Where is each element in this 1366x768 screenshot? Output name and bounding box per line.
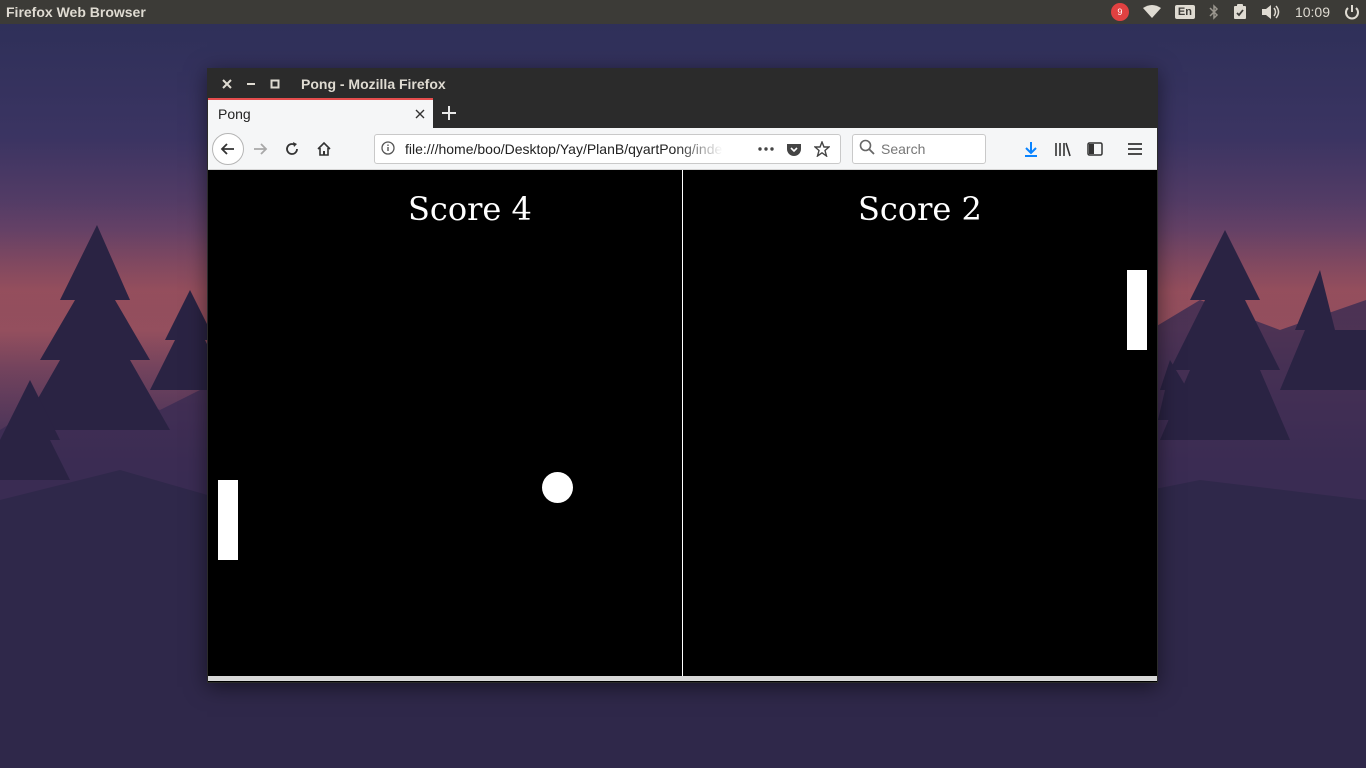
window-titlebar[interactable]: Pong - Mozilla Firefox <box>208 69 1157 98</box>
home-button[interactable] <box>308 133 340 165</box>
power-settings-icon[interactable] <box>1344 0 1360 24</box>
clock[interactable]: 10:09 <box>1295 0 1330 24</box>
sidebar-icon <box>1087 142 1103 156</box>
notification-indicator[interactable]: 9 <box>1110 0 1129 24</box>
url-text[interactable]: file:///home/boo/Desktop/Yay/PlanB/qyart… <box>405 141 723 157</box>
pong-game-canvas[interactable]: Score 4 Score 2 <box>208 170 1157 676</box>
search-icon <box>859 139 875 159</box>
arrow-right-icon <box>254 142 268 155</box>
clipboard-check-icon[interactable] <box>1233 0 1247 24</box>
download-arrow-icon <box>1025 142 1037 157</box>
tab-label: Pong <box>218 106 251 122</box>
left-paddle <box>218 480 238 560</box>
url-bar[interactable]: file:///home/boo/Desktop/Yay/PlanB/qyart… <box>374 134 841 164</box>
active-app-title[interactable]: Firefox Web Browser <box>0 4 146 20</box>
tab-close-icon[interactable] <box>415 106 425 122</box>
keyboard-layout-label: En <box>1174 5 1195 19</box>
home-icon <box>317 141 331 156</box>
tab-pong[interactable]: Pong <box>208 98 433 128</box>
arrow-left-icon <box>220 142 234 155</box>
system-tray: 9 En 10:09 <box>1097 0 1366 24</box>
close-icon[interactable] <box>215 69 239 98</box>
library-button[interactable] <box>1047 133 1079 165</box>
ball <box>542 472 573 503</box>
search-input[interactable] <box>881 141 981 157</box>
minimize-icon[interactable] <box>239 69 263 98</box>
notification-count: 9 <box>1117 7 1123 17</box>
url-actions <box>752 135 836 163</box>
keyboard-layout-icon[interactable]: En <box>1174 0 1195 24</box>
sidebar-toggle-button[interactable] <box>1079 133 1111 165</box>
new-tab-button[interactable] <box>433 98 465 128</box>
right-paddle <box>1127 270 1147 350</box>
tab-bar: Pong <box>208 98 1157 128</box>
bookmark-star-icon[interactable] <box>808 141 836 157</box>
navigation-toolbar: file:///home/boo/Desktop/Yay/PlanB/qyart… <box>208 128 1157 170</box>
reload-icon <box>286 141 298 155</box>
maximize-icon[interactable] <box>263 69 287 98</box>
forward-button[interactable] <box>244 133 276 165</box>
window-title: Pong - Mozilla Firefox <box>301 75 446 92</box>
toolbar-right <box>1015 133 1151 165</box>
center-net-line <box>682 170 683 676</box>
library-icon <box>1055 142 1071 157</box>
pocket-icon[interactable] <box>780 141 808 157</box>
bluetooth-icon[interactable] <box>1209 0 1219 24</box>
player-left-score: Score 4 <box>408 190 532 228</box>
player-right-score: Score 2 <box>858 190 982 228</box>
downloads-button[interactable] <box>1015 133 1047 165</box>
menu-button[interactable] <box>1119 133 1151 165</box>
clock-text: 10:09 <box>1294 4 1330 20</box>
page-actions-icon[interactable] <box>752 147 780 151</box>
notification-badge-icon: 9 <box>1110 3 1129 21</box>
volume-icon[interactable] <box>1261 0 1281 24</box>
info-icon[interactable] <box>381 140 395 159</box>
hamburger-menu-icon <box>1128 143 1142 155</box>
reload-button[interactable] <box>276 133 308 165</box>
browser-window: Pong - Mozilla Firefox Pong file:///home… <box>207 68 1158 683</box>
back-button[interactable] <box>212 132 244 165</box>
top-panel: Firefox Web Browser 9 En 10:09 <box>0 0 1366 24</box>
wifi-icon[interactable] <box>1142 0 1161 24</box>
window-bottom-edge <box>208 676 1157 681</box>
search-bar[interactable] <box>852 134 986 164</box>
plus-icon <box>442 106 456 120</box>
